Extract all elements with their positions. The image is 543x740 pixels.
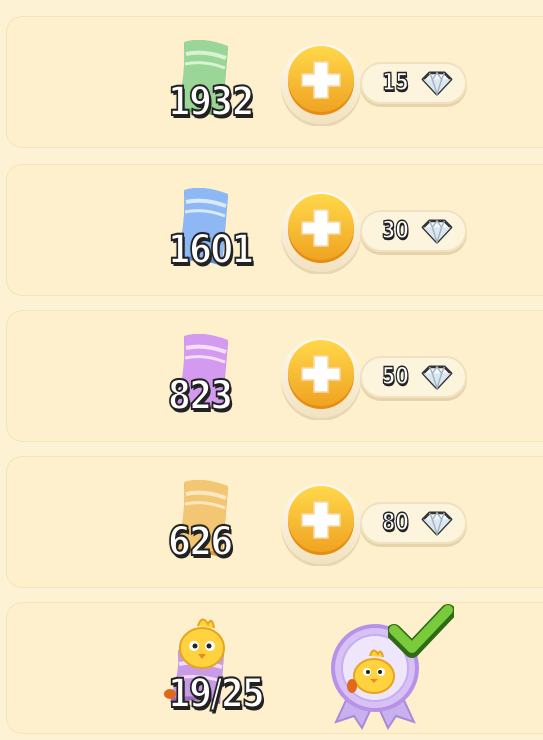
diamond-icon (421, 365, 453, 390)
plus-icon (280, 191, 362, 276)
gem-cost: 80 (381, 508, 409, 536)
diamond-icon (421, 511, 453, 536)
gem-cost: 15 (381, 68, 409, 96)
add-ticket-button[interactable] (279, 190, 363, 276)
ticket-row-green: 1932 15 (6, 16, 543, 148)
ticket-count: 1932 (167, 79, 255, 125)
ticket-row-blue: 1601 30 (6, 164, 543, 296)
gem-cost: 30 (381, 216, 409, 244)
ticket-row-purple: 823 50 (6, 310, 543, 442)
gem-cost-button[interactable]: 30 (360, 210, 467, 252)
ticket-count: 1601 (167, 227, 255, 273)
chick-progress: 19/25 (167, 671, 265, 717)
diamond-icon (421, 71, 453, 96)
plus-icon (280, 337, 362, 422)
gem-cost-button[interactable]: 80 (360, 502, 467, 544)
diamond-icon (421, 219, 453, 244)
plus-icon (280, 43, 362, 128)
gem-cost-button[interactable]: 15 (360, 62, 467, 104)
gem-cost: 50 (381, 362, 409, 390)
plus-icon (280, 483, 362, 568)
add-ticket-button[interactable] (279, 336, 363, 422)
add-ticket-button[interactable] (279, 482, 363, 568)
gem-cost-button[interactable]: 50 (360, 356, 467, 398)
ticket-count: 823 (167, 373, 234, 419)
chick-reward-row: 19/25 (6, 602, 543, 734)
ticket-count: 626 (167, 519, 234, 565)
ticket-row-orange: 626 80 (6, 456, 543, 588)
checkmark-icon (388, 604, 454, 658)
add-ticket-button[interactable] (279, 42, 363, 128)
